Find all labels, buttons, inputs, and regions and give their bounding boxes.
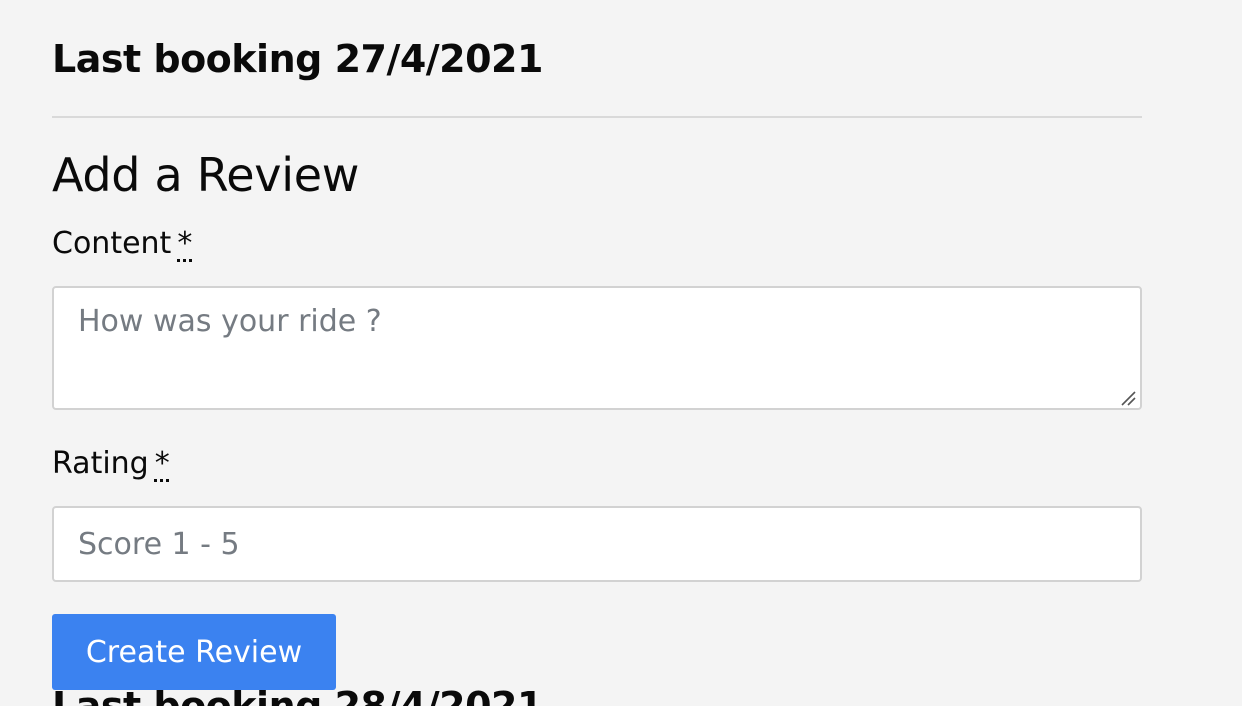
content-required-mark: * xyxy=(177,226,193,261)
content-label-text: Content xyxy=(52,226,172,261)
review-content-textarea[interactable] xyxy=(52,286,1142,410)
rating-input[interactable] xyxy=(52,506,1142,582)
resize-grip-icon[interactable] xyxy=(1120,390,1136,406)
booking-heading: Last booking 28/4/2021 xyxy=(52,684,543,706)
create-review-button[interactable]: Create Review xyxy=(52,614,336,690)
divider xyxy=(52,116,1142,118)
review-form-title: Add a Review xyxy=(52,148,360,202)
rating-required-mark: * xyxy=(154,446,170,481)
content-label: Content * xyxy=(52,226,192,261)
booking-heading: Last booking 27/4/2021 xyxy=(52,37,543,81)
review-page: Last booking 27/4/2021 Add a Review Cont… xyxy=(0,0,1242,706)
rating-label-text: Rating xyxy=(52,446,149,481)
rating-label: Rating * xyxy=(52,446,170,481)
